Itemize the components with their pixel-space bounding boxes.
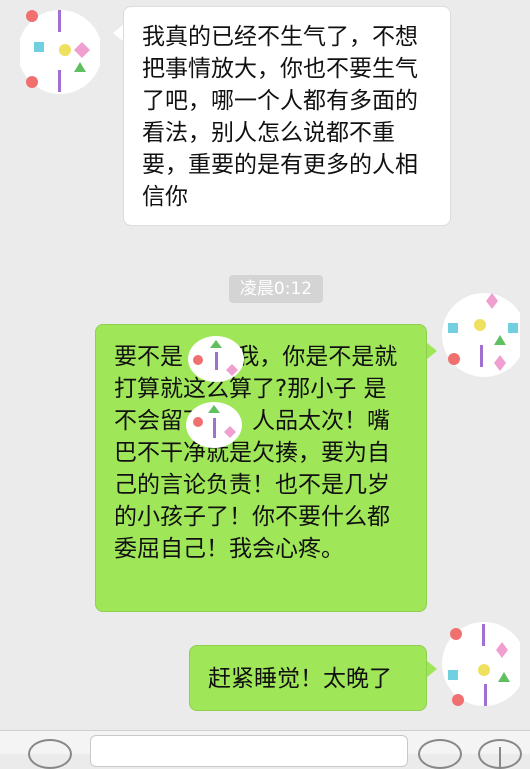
contact-avatar[interactable] (20, 2, 100, 102)
incoming-message[interactable]: 我真的已经不生气了，不想把事情放大，你也不要生气了吧，哪一个人都有多面的看法，别… (123, 6, 451, 226)
plus-icon[interactable] (478, 739, 522, 769)
outgoing-message[interactable]: 赶紧睡觉！太晚了 (189, 645, 427, 711)
redacted-name-sticker (188, 336, 244, 382)
bubble-tail (426, 660, 437, 678)
message-input[interactable] (90, 735, 408, 767)
chat-area: 我真的已经不生气了，不想把事情放大，你也不要生气了吧，哪一个人都有多面的看法，别… (0, 0, 530, 730)
timestamp: 凌晨0:12 (229, 275, 323, 303)
outgoing-message[interactable]: 要不是 告诉我，你是不是就打算就这么算了?那小子 是不会留下了，人品太次！嘴巴不… (95, 324, 427, 612)
my-avatar[interactable] (440, 612, 520, 712)
emoji-icon[interactable] (418, 739, 462, 769)
voice-icon[interactable] (28, 739, 72, 769)
bubble-tail (426, 342, 437, 360)
input-bar (0, 730, 530, 769)
my-avatar[interactable] (440, 285, 520, 385)
redacted-name-sticker (186, 402, 242, 448)
